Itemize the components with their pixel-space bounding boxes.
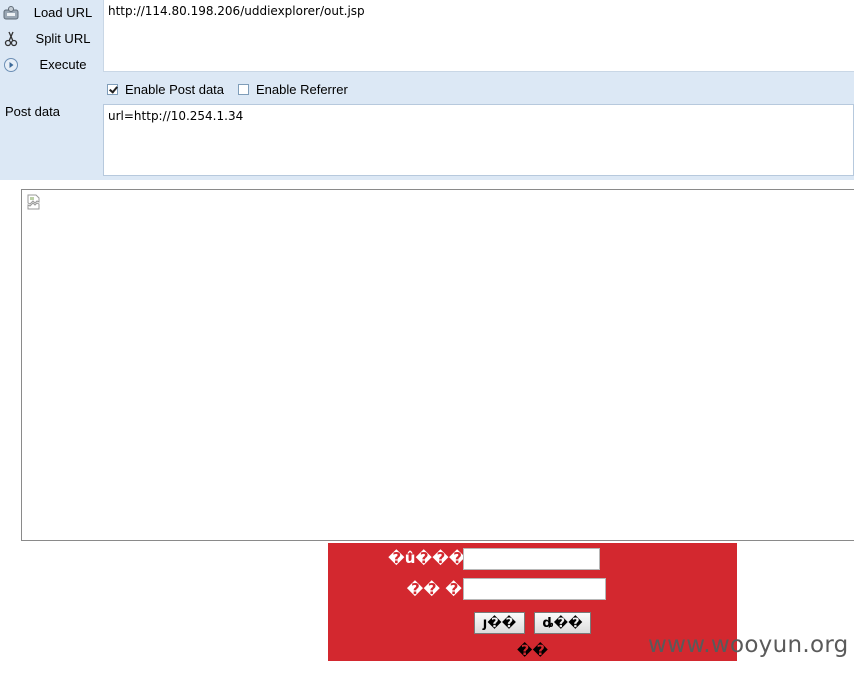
- username-input[interactable]: [463, 548, 600, 570]
- enable-referrer-checkbox[interactable]: Enable Referrer: [238, 82, 348, 97]
- play-icon: [4, 58, 18, 72]
- username-label: �û���: [388, 549, 466, 567]
- enable-post-data-check[interactable]: [107, 84, 118, 95]
- content-iframe: [21, 189, 854, 541]
- post-data-input[interactable]: url=http://10.254.1.34: [103, 104, 854, 176]
- post-data-label: Post data: [5, 104, 60, 119]
- submit-button[interactable]: ȷ��: [474, 612, 525, 634]
- url-input[interactable]: http://114.80.198.206/uddiexplorer/out.j…: [103, 0, 854, 72]
- split-url-button[interactable]: Split URL: [0, 27, 100, 51]
- enable-post-data-checkbox[interactable]: Enable Post data: [107, 82, 224, 97]
- watermark: www.wooyun.org: [648, 632, 849, 658]
- load-url-label: Load URL: [33, 5, 93, 20]
- enable-referrer-label: Enable Referrer: [256, 82, 348, 97]
- password-input[interactable]: [463, 578, 606, 600]
- hackbar-panel: Load URL Split URL Execute http://114.80…: [0, 0, 854, 180]
- reset-button[interactable]: ȡ��: [534, 612, 591, 634]
- password-label: �� �: [406, 580, 462, 598]
- enable-post-data-label: Enable Post data: [125, 82, 225, 97]
- split-url-label: Split URL: [35, 31, 91, 46]
- broken-image-icon: [27, 194, 40, 210]
- scissors-icon: [4, 31, 18, 47]
- execute-button[interactable]: Execute: [0, 53, 100, 77]
- load-url-icon: [3, 6, 19, 20]
- load-url-button[interactable]: Load URL: [0, 1, 100, 25]
- execute-label: Execute: [39, 57, 87, 72]
- enable-referrer-check[interactable]: [238, 84, 249, 95]
